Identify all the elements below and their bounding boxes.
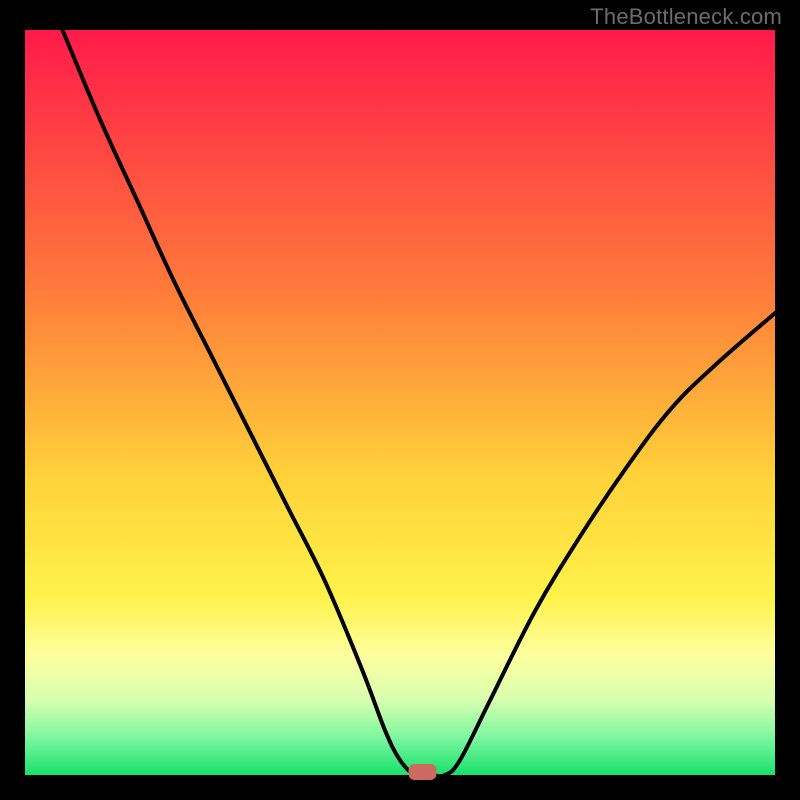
optimal-point-marker xyxy=(409,764,437,780)
chart-gradient-bg xyxy=(25,30,775,775)
bottleneck-chart xyxy=(0,0,800,800)
watermark-label: TheBottleneck.com xyxy=(590,4,782,30)
chart-frame: TheBottleneck.com xyxy=(0,0,800,800)
